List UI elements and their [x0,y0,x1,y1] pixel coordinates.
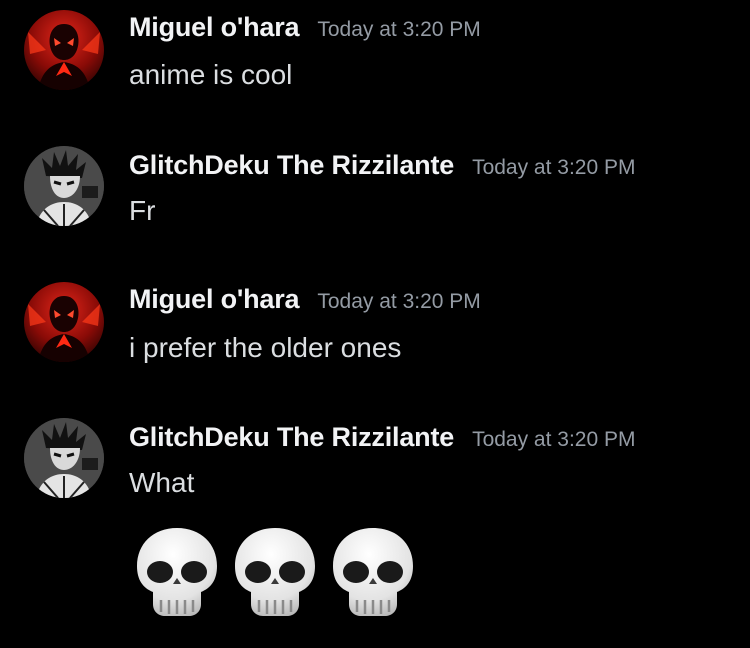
username[interactable]: Miguel o'hara [129,284,300,315]
deku-sketch-avatar-icon [24,146,104,226]
emoji-message [133,526,427,618]
avatar[interactable] [24,282,104,362]
timestamp: Today at 3:20 PM [317,290,481,313]
message-text: What [129,467,195,498]
username[interactable]: Miguel o'hara [129,12,300,43]
spider-man-2099-avatar-icon [24,282,104,362]
skull-icon [333,528,413,616]
avatar[interactable] [24,10,104,90]
username[interactable]: GlitchDeku The Rizzilante [129,150,454,181]
chat-messages: Miguel o'hara Today at 3:20 PM anime is … [0,0,750,648]
skull-icon [137,528,217,616]
message-text: i prefer the older ones [129,332,402,363]
timestamp: Today at 3:20 PM [472,428,636,451]
username[interactable]: GlitchDeku The Rizzilante [129,422,454,453]
message-text: Fr [129,195,156,226]
spider-man-2099-avatar-icon [24,10,104,90]
skull-icon [235,528,315,616]
timestamp: Today at 3:20 PM [317,18,481,41]
deku-sketch-avatar-icon [24,418,104,498]
avatar[interactable] [24,418,104,498]
message-text: anime is cool [129,59,293,90]
timestamp: Today at 3:20 PM [472,156,636,179]
avatar[interactable] [24,146,104,226]
